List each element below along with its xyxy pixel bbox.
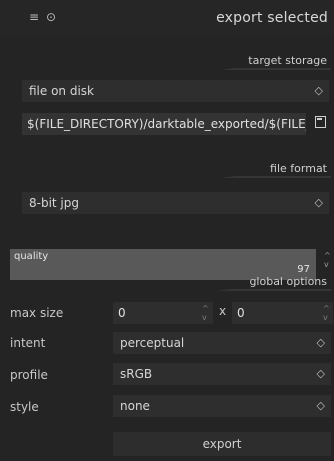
max-height-stepper[interactable]: ^ v [323, 304, 330, 322]
chevron-updown-icon: ◇ [314, 84, 323, 97]
section-target-storage: target storage [221, 52, 331, 70]
max-size-label: max size [10, 306, 64, 320]
module-title: export selected [216, 10, 328, 26]
chevron-updown-icon: ◇ [314, 196, 323, 209]
style-label: style [10, 400, 39, 414]
file-format-combobox[interactable]: 8-bit jpg ◇ [22, 192, 329, 214]
export-button[interactable]: export [113, 432, 331, 456]
storage-type-value: file on disk [29, 84, 95, 98]
times-symbol: x [219, 304, 227, 318]
intent-value: perceptual [120, 336, 185, 350]
quality-label: quality [14, 251, 49, 262]
export-module: ≡ ⊙ export selected target storage file … [0, 0, 334, 461]
chevron-updown-icon: ◇ [316, 367, 325, 380]
section-file-format: file format [221, 160, 331, 178]
intent-combobox[interactable]: perceptual ◇ [113, 332, 331, 354]
reset-icon[interactable]: ⊙ [46, 10, 56, 24]
style-combobox[interactable]: none ◇ [113, 395, 331, 417]
max-height-input[interactable]: 0 [232, 302, 333, 324]
max-width-stepper[interactable]: ^ v [202, 304, 209, 322]
chevron-updown-icon: ◇ [316, 336, 325, 349]
profile-combobox[interactable]: sRGB ◇ [113, 363, 331, 385]
hamburger-menu-icon[interactable]: ≡ [29, 10, 39, 24]
filename-template-input[interactable]: $(FILE_DIRECTORY)/darktable_exported/$(F… [22, 113, 306, 135]
chevron-updown-icon: ◇ [316, 399, 325, 412]
storage-type-combobox[interactable]: file on disk ◇ [22, 80, 329, 102]
folder-icon[interactable] [315, 116, 326, 128]
module-header: ≡ ⊙ export selected [0, 0, 334, 36]
max-width-input[interactable]: 0 [113, 302, 213, 324]
quality-stepper[interactable]: ^ v [324, 251, 331, 269]
section-global-options: global options [217, 273, 331, 291]
file-format-value: 8-bit jpg [29, 196, 80, 210]
profile-value: sRGB [120, 367, 153, 381]
profile-label: profile [10, 368, 48, 382]
intent-label: intent [10, 336, 46, 350]
style-value: none [120, 399, 150, 413]
